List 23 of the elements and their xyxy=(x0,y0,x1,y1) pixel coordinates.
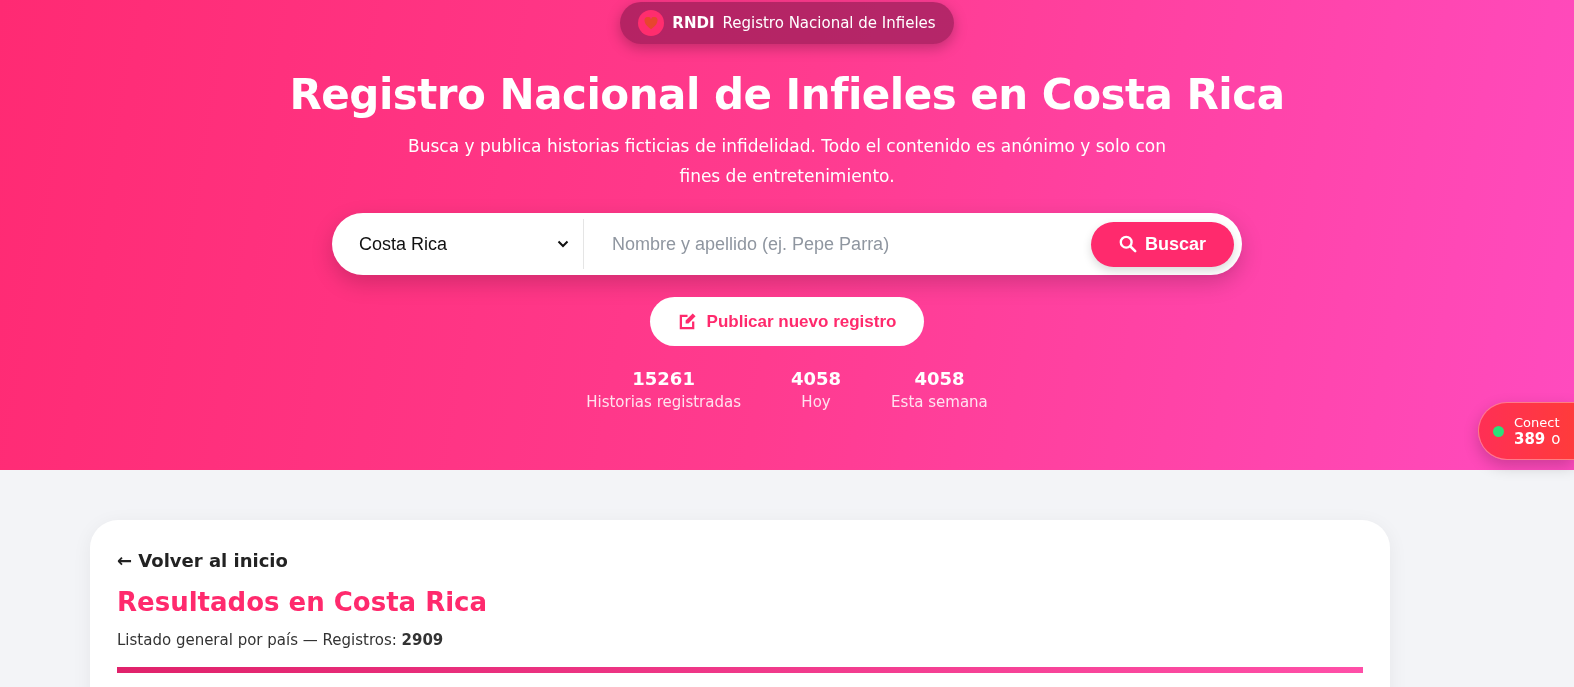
stat-value: 4058 xyxy=(791,368,842,389)
stat-label: Historias registradas xyxy=(586,393,741,411)
chevron-down-icon xyxy=(557,240,569,248)
edit-icon xyxy=(677,312,697,331)
online-count: 389 xyxy=(1514,431,1546,447)
brand-abbreviation: RNDI xyxy=(672,14,715,32)
results-title: Resultados en Costa Rica xyxy=(117,587,488,617)
publish-button[interactable]: Publicar nuevo registro xyxy=(649,297,925,346)
stat-label: Hoy xyxy=(801,393,831,411)
page-subtitle: Busca y publica historias ficticias de infidelidad. Todo el contenido es anónimo y solo con fines de entretenimiento. xyxy=(407,135,1167,188)
search-icon xyxy=(1118,235,1137,253)
brand-name: Registro Nacional de Infieles xyxy=(722,14,936,32)
online-suffix: o xyxy=(1551,431,1561,447)
page-title: Registro Nacional de Infieles en Costa Rica xyxy=(289,70,1285,119)
status-dot-icon xyxy=(1493,425,1504,437)
online-label: Conect xyxy=(1514,415,1561,431)
stat-value: 15261 xyxy=(632,368,695,389)
stat-value: 4058 xyxy=(914,368,965,389)
stat-label: Esta semana xyxy=(891,393,988,411)
search-button[interactable]: Buscar xyxy=(1090,221,1234,267)
results-summary: Listado general por país — Registros: 2909 xyxy=(117,631,444,649)
back-link[interactable]: ← Volver al inicio xyxy=(117,550,288,571)
search-bar[interactable]: Costa Rica Nombre y apellido (ej. Pepe Parra) Buscar xyxy=(332,213,1242,275)
